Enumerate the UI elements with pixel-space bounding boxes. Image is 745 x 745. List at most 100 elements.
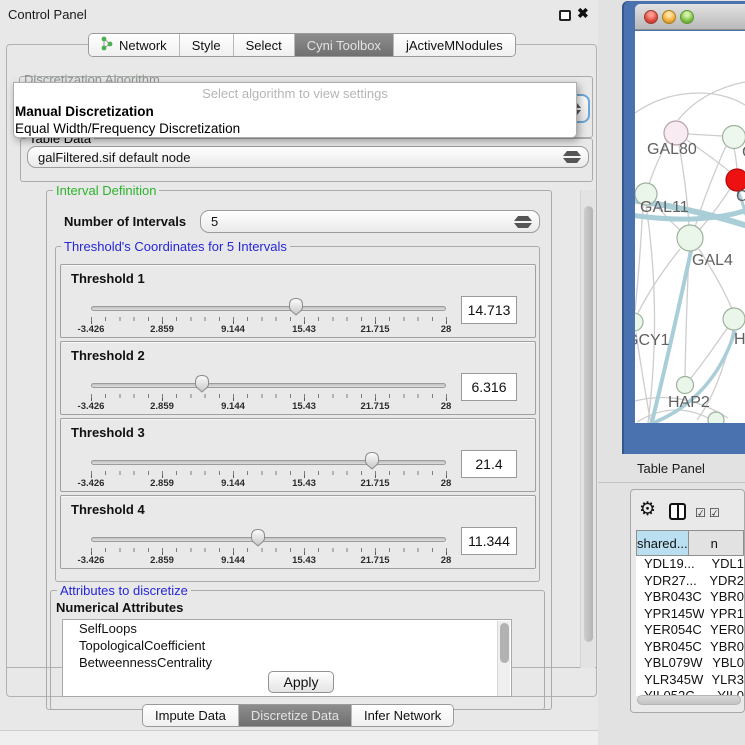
slider-track[interactable] [91,383,446,388]
panel-title: Control Panel [8,7,87,22]
network-node[interactable] [708,412,724,423]
tab-infer-network[interactable]: Infer Network [351,705,453,726]
column-header-name[interactable]: n [689,530,744,556]
threshold-value-field[interactable]: 6.316 [461,373,517,401]
table-row[interactable]: YDL19...YDL1 [636,556,744,573]
network-edge[interactable] [688,134,723,136]
network-canvas[interactable]: GAL80GCGAL11GAL4GCY1HHAP2 [635,31,745,423]
network-edge[interactable] [691,327,728,378]
column-header-shared-name[interactable]: shared... [636,530,689,556]
tab-style[interactable]: Style [179,34,233,56]
tab-impute-data[interactable]: Impute Data [143,705,238,726]
network-edge[interactable] [638,249,680,313]
checkbox-icon[interactable]: ☑ [695,506,706,520]
slider-handle[interactable] [194,374,210,398]
mac-zoom-icon[interactable] [680,10,694,24]
threshold-value-field[interactable]: 14.713 [461,296,517,324]
table-data-combobox[interactable]: galFiltered.sif default node [27,146,589,168]
slider-handle[interactable] [250,528,266,552]
number-of-intervals-combobox[interactable]: 5 [200,210,540,233]
table-row[interactable]: YPR145WYPR1 [636,606,744,623]
network-edge[interactable] [635,205,643,311]
cell-shared-name: YBL079W [636,655,706,672]
scrollbar-thumb[interactable] [584,206,593,642]
threshold-label: Threshold 2 [71,348,145,363]
network-node[interactable] [635,313,643,331]
threshold-value-field[interactable]: 11.344 [461,527,517,555]
attributes-scrollbar[interactable] [497,621,510,697]
network-node[interactable] [723,308,745,330]
network-node-label: GAL4 [692,252,733,269]
network-node[interactable] [677,377,694,394]
dropdown-placeholder: Select algorithm to view settings [14,86,576,101]
attribute-item[interactable]: SelfLoops [63,620,511,637]
network-edge[interactable] [678,82,745,120]
tab-cyni-toolbox[interactable]: Cyni Toolbox [294,34,393,56]
slider-handle[interactable] [288,297,304,321]
cell-name: YDL1 [705,556,744,573]
combo-arrows-icon [553,151,581,163]
network-view-window[interactable]: GAL80GCGAL11GAL4GCY1HHAP2 [622,1,745,454]
cell-name: YBL0 [706,655,744,672]
number-of-intervals-value: 5 [201,214,218,229]
table-row[interactable]: YBR045CYBR0 [636,639,744,656]
network-edge[interactable] [734,148,737,169]
mac-minimize-icon[interactable] [662,10,676,24]
slider-ticks [91,471,447,475]
cell-name: YER0 [704,622,744,639]
tick-label: -3.426 [78,478,105,489]
network-node-label: GAL11 [640,199,689,216]
tick-label: 9.144 [221,478,245,489]
table-horizontal-scrollbar[interactable] [637,695,741,705]
columns-icon[interactable] [669,503,686,520]
slider-track[interactable] [91,537,446,542]
slider-track[interactable] [91,306,446,311]
attribute-item[interactable]: TopologicalCoefficient [63,637,511,654]
checkbox-icon[interactable]: ☑ [709,506,720,520]
network-edge[interactable] [699,189,730,230]
tab-label: Network [119,38,167,53]
network-edge[interactable] [635,93,745,113]
tick-label: 2.859 [150,555,174,566]
tick-label: 2.859 [150,401,174,412]
slider-track[interactable] [91,460,446,465]
network-node[interactable] [677,225,703,251]
table-row[interactable]: YDR27...YDR2 [636,573,744,590]
cell-shared-name: YDR27... [636,573,703,590]
gear-icon[interactable]: ⚙ [639,498,656,521]
tab-jactivemnodules[interactable]: jActiveMNodules [393,34,515,56]
threshold-label: Threshold 4 [71,502,145,517]
table-row[interactable]: YBL079WYBL0 [636,655,744,672]
attribute-item[interactable]: BetweennessCentrality [63,654,511,671]
tick-label: 15.43 [292,324,316,335]
discretization-algorithm-title: Discretization Algorithm [24,72,224,82]
dropdown-option-manual[interactable]: Manual Discretization [15,104,154,119]
tab-network[interactable]: Network [89,34,179,56]
cell-shared-name: YBR043C [636,589,704,606]
attributes-group-title: Attributes to discretize [57,583,191,598]
content-scrollbar[interactable] [580,190,595,668]
mac-close-icon[interactable] [644,10,658,24]
cell-name: YBR0 [704,639,744,656]
tab-discretize-data[interactable]: Discretize Data [238,705,351,726]
status-strip [0,730,598,745]
network-edge[interactable] [646,205,655,423]
scrollbar-thumb[interactable] [500,623,509,663]
apply-button[interactable]: Apply [268,671,334,693]
tab-select[interactable]: Select [233,34,294,56]
cell-shared-name: YLR345W [636,672,705,689]
float-window-icon[interactable] [559,10,571,21]
table-row[interactable]: YER054CYER0 [636,622,744,639]
table-row[interactable]: YLR345WYLR3 [636,672,744,689]
network-window-titlebar[interactable] [635,4,745,30]
table-row[interactable]: YBR043CYBR0 [636,589,744,606]
number-of-intervals-label: Number of Intervals [64,214,186,229]
close-icon[interactable]: ✖ [577,5,589,22]
cell-name: YLR3 [705,672,744,689]
slider-handle[interactable] [364,451,380,475]
cell-name: YPR1 [704,606,744,623]
tab-label: Select [246,38,282,53]
threshold-value-field[interactable]: 21.4 [461,450,517,478]
dropdown-option-equal-width[interactable]: Equal Width/Frequency Discretization [15,121,240,136]
numerical-attributes-label: Numerical Attributes [56,600,183,615]
